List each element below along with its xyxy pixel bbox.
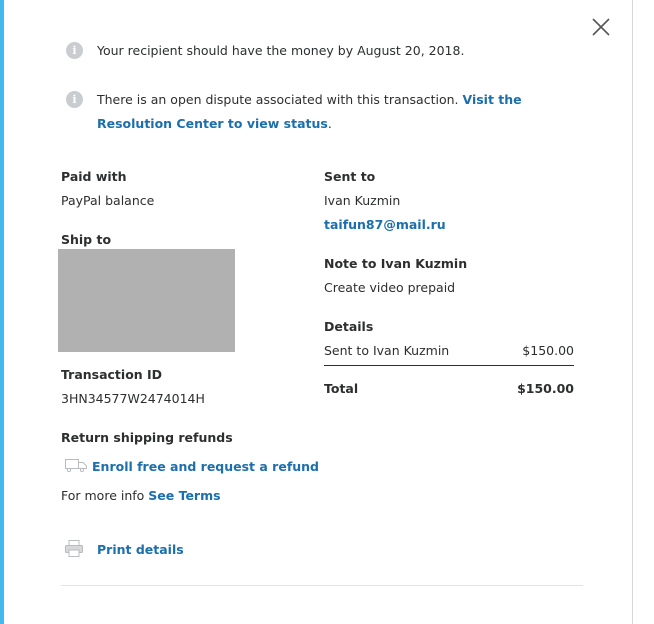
see-terms-link[interactable]: See Terms [148, 488, 220, 503]
more-info-prefix: For more info [61, 488, 149, 503]
print-details-link[interactable]: Print details [97, 542, 184, 557]
more-info-text: For more info See Terms [61, 488, 221, 503]
recipient-name: Ivan Kuzmin [324, 193, 401, 208]
left-accent-bar [0, 0, 4, 624]
details-line-amount: $150.00 [522, 343, 574, 358]
info-icon: i [66, 42, 83, 59]
recipient-email-link[interactable]: taifun87@mail.ru [324, 217, 446, 232]
return-shipping-label: Return shipping refunds [61, 430, 233, 445]
total-amount: $150.00 [517, 381, 574, 396]
total-label: Total [324, 381, 359, 396]
details-label: Details [324, 319, 374, 334]
truck-icon [65, 459, 87, 472]
details-divider [324, 365, 574, 366]
transaction-id-value: 3HN34577W2474014H [61, 391, 205, 406]
sent-to-label: Sent to [324, 169, 376, 184]
panel-right-border [632, 0, 633, 624]
close-icon[interactable] [590, 16, 612, 38]
notice-text: There is an open dispute associated with… [97, 92, 463, 107]
transaction-id-label: Transaction ID [61, 367, 163, 382]
notice-payment-date: i Your recipient should have the money b… [66, 42, 577, 63]
notice-open-dispute: i There is an open dispute associated wi… [66, 91, 587, 136]
notice-text: Your recipient should have the money by … [97, 43, 465, 58]
paid-with-label: Paid with [61, 169, 127, 184]
ship-to-label: Ship to [61, 232, 112, 247]
enroll-refund-link[interactable]: Enroll free and request a refund [92, 459, 319, 474]
bottom-divider [61, 585, 583, 586]
redacted-address [58, 249, 235, 352]
paid-with-value: PayPal balance [61, 193, 155, 208]
note-label: Note to Ivan Kuzmin [324, 256, 468, 271]
details-line-label: Sent to Ivan Kuzmin [324, 343, 450, 358]
note-value: Create video prepaid [324, 280, 456, 295]
printer-icon[interactable] [65, 540, 83, 557]
notice-suffix: . [327, 116, 332, 131]
info-icon: i [66, 91, 83, 108]
